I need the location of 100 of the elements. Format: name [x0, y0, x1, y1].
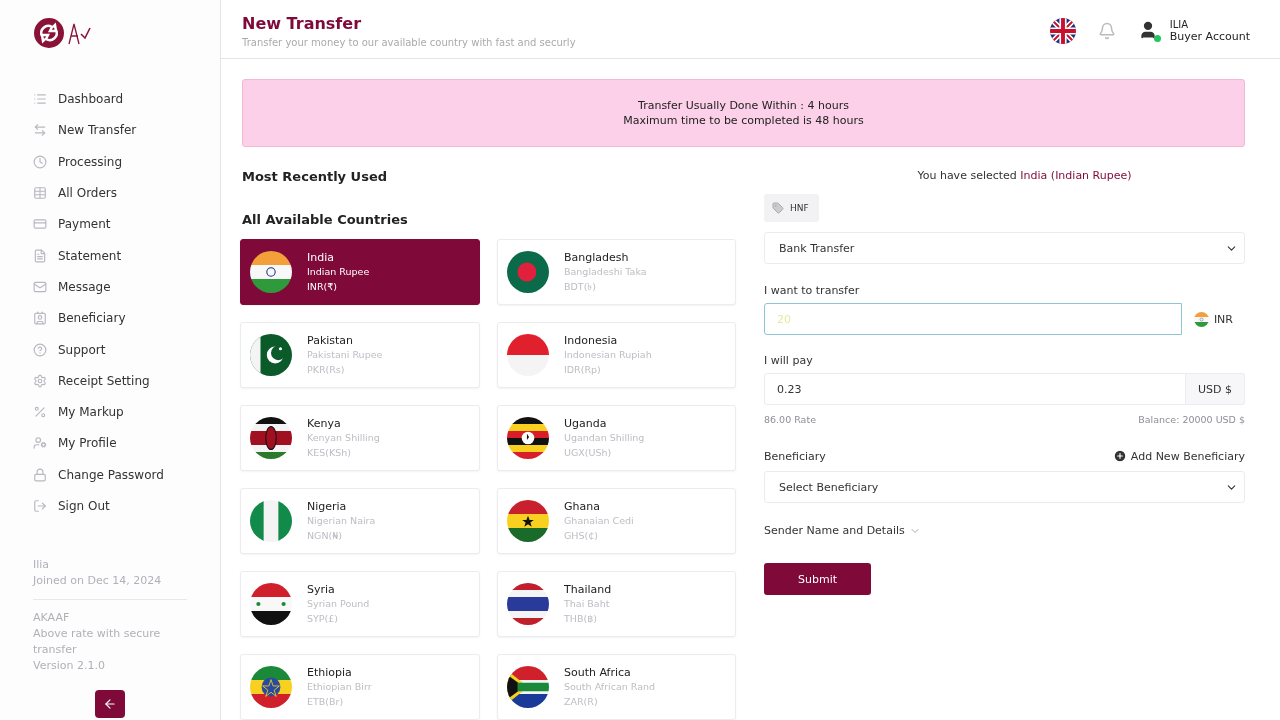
- menu-item-icon: [33, 405, 47, 420]
- flag-icon: [507, 334, 549, 376]
- app-version: Version 2.1.0: [33, 658, 106, 675]
- sidebar-item[interactable]: Payment: [33, 213, 220, 236]
- country-name: Ethiopia: [307, 665, 353, 679]
- currency-name: Ethiopian Birr: [307, 679, 372, 694]
- currency-code: THB(฿): [564, 611, 598, 626]
- country-card[interactable]: Kenya Kenyan Shilling KES(KSh): [240, 405, 480, 471]
- country-name: Indonesia: [564, 333, 619, 347]
- currency-name: Ghanaian Cedi: [564, 513, 634, 528]
- method-select[interactable]: Bank Transfer: [764, 232, 1245, 264]
- sidebar-item[interactable]: Support: [33, 338, 220, 361]
- sender-details-toggle[interactable]: Sender Name and Details: [764, 524, 1245, 537]
- sidebar-item[interactable]: All Orders: [33, 181, 220, 205]
- sidebar-item[interactable]: Change Password: [33, 463, 220, 486]
- app-name: AKAAF: [33, 610, 71, 627]
- country-card[interactable]: Pakistan Pakistani Rupee PKR(Rs): [240, 322, 480, 388]
- country-card[interactable]: Ethiopia Ethiopian Birr ETB(Br): [240, 654, 480, 720]
- currency-name: Ugandan Shilling: [564, 430, 645, 445]
- selection-summary: You have selected India (Indian Rupee): [916, 169, 1133, 182]
- country-card[interactable]: South Africa South African Rand ZAR(R): [497, 654, 736, 720]
- app-tagline: Above rate with secure transfer: [33, 626, 162, 659]
- notice-text: Maximum time to be completed is 48 hours: [623, 114, 864, 127]
- logo-icon: [33, 16, 91, 50]
- menu-item-icon: [33, 279, 47, 294]
- flag-icon: [250, 334, 292, 376]
- sidebar-item[interactable]: Beneficiary: [33, 307, 220, 330]
- language-flag-icon[interactable]: [1049, 18, 1076, 44]
- currency-code: SYP(£): [307, 611, 340, 626]
- sidebar-item[interactable]: New Transfer: [33, 119, 220, 142]
- pay-input[interactable]: 0.23: [764, 373, 1186, 405]
- country-name: Pakistan: [307, 333, 355, 347]
- country-card[interactable]: Indonesia Indonesian Rupiah IDR(Rp): [497, 322, 736, 388]
- country-card[interactable]: Thailand Thai Baht THB(฿): [497, 571, 736, 637]
- field-label: I want to transfer: [764, 284, 861, 297]
- currency-name: Thai Baht: [564, 596, 611, 611]
- currency-code: KES(KSh): [307, 445, 352, 460]
- country-name: South Africa: [564, 665, 632, 679]
- account-type: Buyer Account: [1169, 30, 1250, 43]
- rate-text: 86.00 Rate: [764, 414, 816, 425]
- collapse-button[interactable]: [95, 690, 125, 718]
- flag-icon: [507, 666, 549, 708]
- field-label: Beneficiary: [764, 449, 826, 463]
- currency-code: NGN(₦): [307, 528, 344, 543]
- submit-button[interactable]: Submit: [764, 563, 871, 595]
- country-name: Bangladesh: [564, 250, 630, 264]
- currency-code: ZAR(R): [564, 694, 599, 709]
- notice-text: Transfer Usually Done Within : 4 hours: [638, 99, 849, 112]
- country-name: Kenya: [307, 416, 342, 430]
- user-name: Ilia: [33, 557, 51, 574]
- sidebar-item[interactable]: Receipt Setting: [33, 369, 220, 392]
- section-heading: Most Recently Used: [242, 169, 389, 184]
- beneficiary-select[interactable]: Select Beneficiary: [764, 471, 1245, 503]
- sidebar-item[interactable]: Dashboard: [33, 88, 220, 111]
- sidebar-item[interactable]: Message: [33, 275, 220, 299]
- currency-name: Bangladeshi Taka: [564, 264, 647, 279]
- currency-name: Syrian Pound: [307, 596, 370, 611]
- country-card[interactable]: Syria Syrian Pound SYP(£): [240, 571, 480, 637]
- menu-item-icon: [33, 217, 47, 232]
- add-beneficiary-link[interactable]: Add New Beneficiary: [1112, 449, 1245, 463]
- country-name: Thailand: [564, 582, 612, 596]
- currency-code: ETB(Br): [307, 694, 345, 709]
- flag-icon: [250, 666, 292, 708]
- tag-chip: HNF: [764, 194, 819, 222]
- flag-icon: [507, 500, 549, 542]
- country-card[interactable]: Ghana Ghanaian Cedi GHS(₵): [497, 488, 736, 554]
- currency-name: Pakistani Rupee: [307, 347, 383, 362]
- amount-input[interactable]: 20: [764, 303, 1182, 335]
- country-card[interactable]: Nigeria Nigerian Naira NGN(₦): [240, 488, 480, 554]
- menu-item-icon: [33, 92, 47, 107]
- sidebar-item[interactable]: Statement: [33, 244, 220, 267]
- sidebar-item[interactable]: My Markup: [33, 400, 220, 424]
- currency-code: IDR(Rp): [564, 362, 602, 377]
- page-subtitle: Transfer your money to our available country with fast and securly: [242, 37, 576, 48]
- flag-icon: [250, 583, 292, 625]
- section-heading: All Available Countries: [242, 212, 409, 227]
- flag-icon: [250, 251, 292, 293]
- country-name: Syria: [307, 582, 336, 596]
- flag-icon: [1193, 311, 1209, 327]
- balance-text: Balance: 20000 USD $: [1138, 414, 1245, 425]
- menu-item-icon: [33, 154, 47, 169]
- menu-item-icon: [33, 499, 47, 513]
- menu-item-icon: [33, 373, 47, 388]
- menu-item-icon: [33, 342, 47, 357]
- sidebar-item[interactable]: Processing: [33, 150, 220, 173]
- currency-code: PKR(Rs): [307, 362, 346, 377]
- country-card[interactable]: Bangladesh Bangladeshi Taka BDT(৳): [497, 239, 736, 305]
- currency-addon: USD $: [1186, 373, 1245, 405]
- flag-icon: [507, 417, 549, 459]
- sidebar-item[interactable]: My Profile: [33, 432, 220, 455]
- join-date: Joined on Dec 14, 2024: [33, 573, 163, 590]
- field-label: I will pay: [764, 354, 814, 367]
- flag-icon: [250, 500, 292, 542]
- currency-code: GHS(₵): [564, 528, 599, 543]
- tag-icon: [772, 202, 784, 214]
- country-name: India: [307, 250, 335, 264]
- sidebar-item[interactable]: Sign Out: [33, 494, 220, 518]
- country-card[interactable]: India Indian Rupee INR(₹): [240, 239, 480, 305]
- page-title: New Transfer: [242, 14, 363, 33]
- country-card[interactable]: Uganda Ugandan Shilling UGX(USh): [497, 405, 736, 471]
